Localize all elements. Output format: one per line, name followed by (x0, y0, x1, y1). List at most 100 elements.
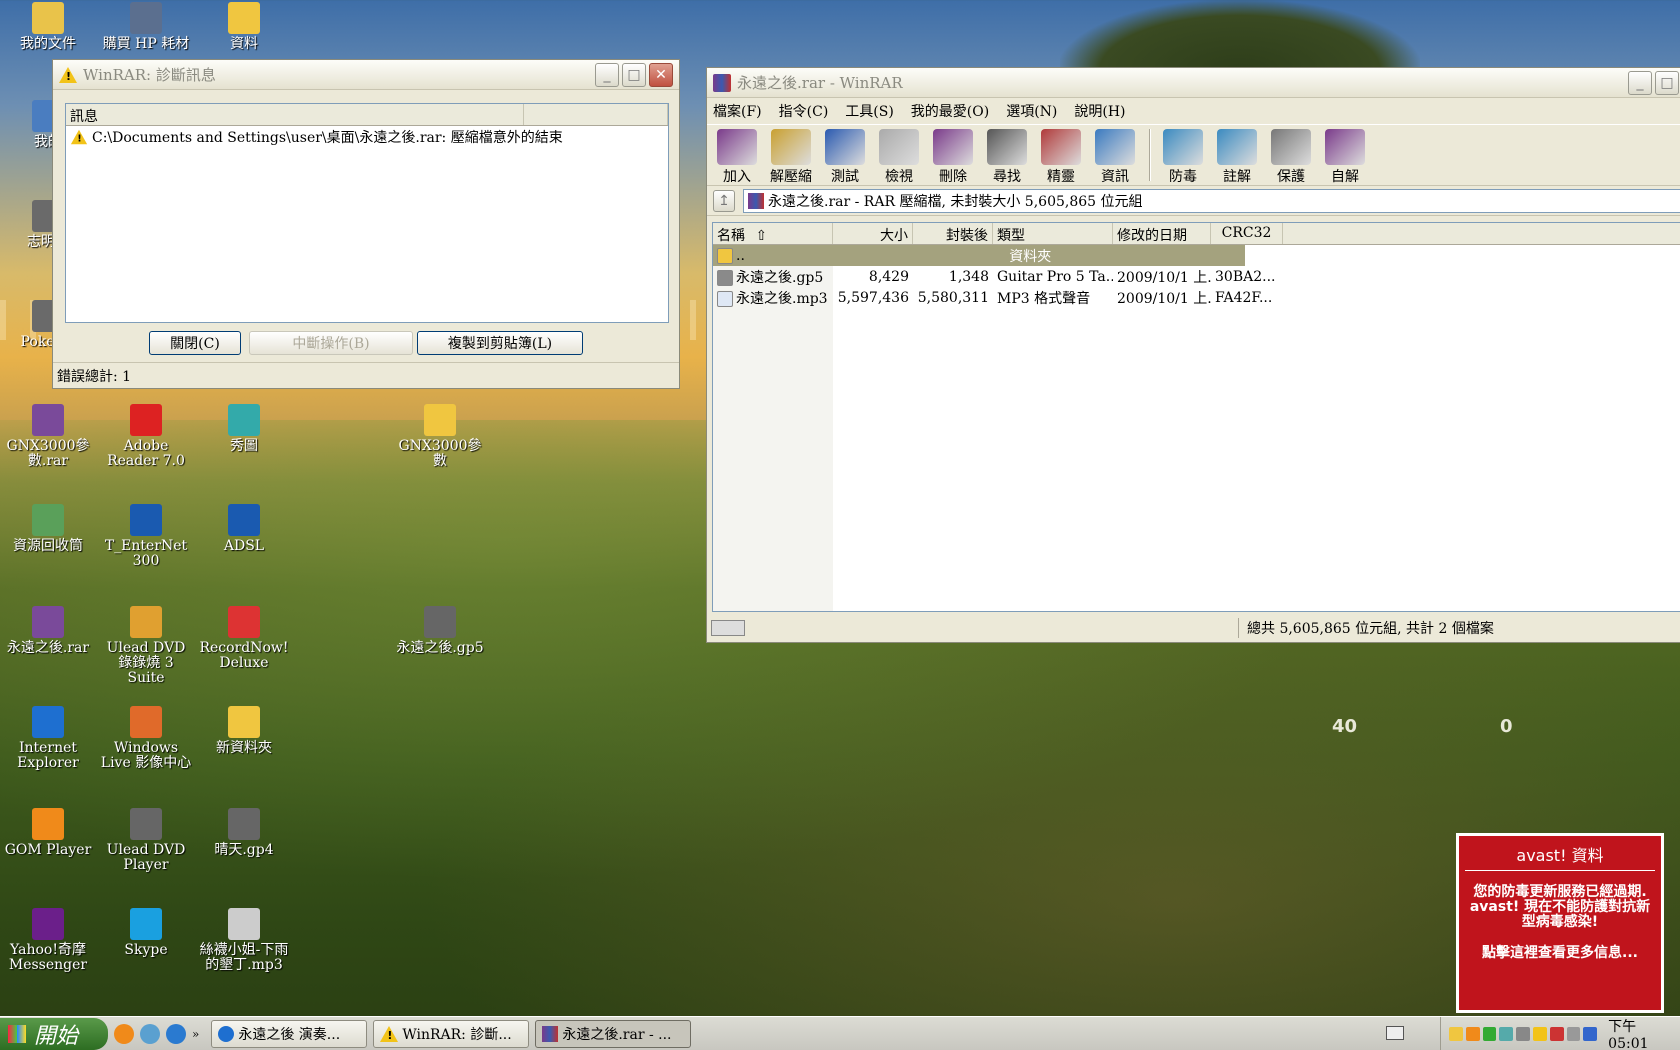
copy-to-clipboard-button[interactable]: 複製到剪貼簿(L) (417, 331, 583, 355)
keyboard-icon[interactable] (1386, 1026, 1404, 1040)
menu-bar: 檔案(F) 指令(C) 工具(S) 我的最愛(O) 選項(N) 說明(H) (707, 98, 1680, 124)
folder-tray-icon[interactable] (1449, 1027, 1463, 1041)
media-player-icon[interactable] (166, 1023, 186, 1044)
desktop-icon[interactable]: RecordNow! Deluxe (196, 606, 292, 671)
messenger-tray-icon[interactable] (1465, 1027, 1480, 1041)
col-size[interactable]: 大小 (833, 223, 913, 244)
parent-folder-row[interactable]: .. 資料夾 (713, 245, 1245, 266)
avast-link[interactable]: 點擊這裡查看更多信息... (1469, 946, 1651, 961)
network-tray-icon[interactable] (1482, 1027, 1497, 1041)
chevron-icon[interactable]: » (192, 1027, 199, 1041)
warning-tray-icon[interactable] (1532, 1027, 1547, 1041)
toolbar-delete-button[interactable]: 刪除 (927, 127, 979, 185)
avast-popup[interactable]: avast! 資料 您的防毒更新服務已經過期. avast! 現在不能防護對抗新… (1456, 833, 1664, 1013)
close-button[interactable]: 關閉(C) (149, 331, 241, 355)
task-ie[interactable]: 永遠之後 演奏... (211, 1019, 368, 1048)
toolbar-add-button[interactable]: 加入 (711, 127, 763, 185)
volume-icon[interactable] (1566, 1027, 1581, 1041)
desktop-icon[interactable]: Windows Live 影像中心 (98, 706, 194, 771)
file-row[interactable]: 永遠之後.mp3 5,597,436 5,580,311 MP3 格式聲音 2009/1… (713, 287, 1680, 308)
toolbar-virusscan-button[interactable]: 防毒 (1157, 127, 1209, 185)
toolbar-view-button[interactable]: 檢視 (873, 127, 925, 185)
col-date[interactable]: 修改的日期 (1113, 223, 1211, 244)
desktop-icon-image (228, 706, 260, 738)
desktop-icon[interactable]: GNX3000參數 (392, 404, 488, 469)
desktop-icon[interactable]: 絲襪小姐-下雨的墾丁.mp3 (196, 908, 292, 973)
col-type[interactable]: 類型 (993, 223, 1113, 244)
col-crc[interactable]: CRC32 (1211, 223, 1283, 244)
avast-tray-icon[interactable] (1549, 1027, 1564, 1041)
desktop-icon[interactable]: 永遠之後.gp5 (392, 606, 488, 656)
toolbar-label: 防毒 (1169, 169, 1197, 185)
menu-commands[interactable]: 指令(C) (779, 101, 829, 121)
desktop-icon[interactable]: Skype (98, 908, 194, 958)
abort-button[interactable]: 中斷操作(B) (249, 331, 413, 355)
toolbar-label: 保護 (1277, 169, 1305, 185)
menu-options[interactable]: 選項(N) (1006, 101, 1057, 121)
desktop-icon[interactable]: 晴天.gp4 (196, 808, 292, 858)
desktop-icon[interactable]: 資料 (196, 2, 292, 52)
toolbar-find-button[interactable]: 尋找 (981, 127, 1033, 185)
toolbar-test-button[interactable]: 測試 (819, 127, 871, 185)
address-field[interactable]: 永遠之後.rar - RAR 壓縮檔, 未封裝大小 5,605,865 位元組 (743, 188, 1680, 213)
toolbar-sfx-button[interactable]: 自解 (1319, 127, 1371, 185)
col-message[interactable]: 訊息 (66, 104, 524, 125)
desktop-icon-image (228, 504, 260, 536)
network-icon[interactable] (140, 1023, 160, 1044)
add-icon (717, 129, 757, 165)
file-row[interactable]: 永遠之後.gp5 8,429 1,348 Guitar Pro 5 Ta... 2009… (713, 266, 1680, 287)
desktop-icon[interactable]: ADSL (196, 504, 292, 554)
menu-help[interactable]: 說明(H) (1074, 101, 1125, 121)
desktop-icon[interactable]: GOM Player (0, 808, 96, 858)
security-tray-icon[interactable] (1583, 1027, 1598, 1041)
menu-favorites[interactable]: 我的最愛(O) (911, 101, 989, 121)
gom-icon[interactable] (114, 1023, 134, 1044)
connection-tray-icon[interactable] (1499, 1027, 1514, 1041)
task-winrar-diag[interactable]: ! WinRAR: 診斷... (373, 1019, 530, 1048)
comment-icon (1217, 129, 1257, 165)
desktop-icon[interactable]: 新資料夾 (196, 706, 292, 756)
up-folder-button[interactable]: ↥ (713, 189, 735, 212)
task-winrar[interactable]: 永遠之後.rar - ... (535, 1019, 692, 1048)
toolbar-protect-button[interactable]: 保護 (1265, 127, 1317, 185)
maximize-button[interactable]: □ (1655, 70, 1679, 95)
winrar-titlebar[interactable]: 永遠之後.rar - WinRAR _ □ (707, 68, 1680, 98)
desktop-icon[interactable]: Adobe Reader 7.0 (98, 404, 194, 469)
diag-titlebar[interactable]: ! WinRAR: 診斷訊息 _ □ ✕ (53, 60, 679, 90)
desktop-icon[interactable]: 秀圖 (196, 404, 292, 454)
desktop-icon-label: 永遠之後.gp5 (396, 640, 484, 656)
toolbar-info-button[interactable]: 資訊 (1089, 127, 1141, 185)
col-packed[interactable]: 封裝後 (913, 223, 993, 244)
menu-tools[interactable]: 工具(S) (845, 101, 894, 121)
toolbar-extract-button[interactable]: 解壓縮到 (765, 127, 817, 205)
desktop-icon[interactable]: Internet Explorer (0, 706, 96, 771)
desktop-icon[interactable]: 我的文件 (0, 2, 96, 52)
start-button[interactable]: 開始 (0, 1017, 108, 1050)
desktop-icon[interactable]: T_EnterNet 300 (98, 504, 194, 569)
desktop-icon-label: GNX3000參數 (398, 438, 482, 469)
desktop-icon[interactable]: 資源回收筒 (0, 504, 96, 554)
toolbar-wizard-button[interactable]: 精靈 (1035, 127, 1087, 185)
minimize-button[interactable]: _ (1628, 70, 1652, 95)
menu-file[interactable]: 檔案(F) (713, 101, 762, 121)
message-row[interactable]: ! C:\Documents and Settings\user\桌面\永遠之後… (66, 126, 668, 147)
toolbar-comment-button[interactable]: 註解 (1211, 127, 1263, 185)
desktop-icon-image (228, 808, 260, 840)
winrar-app-icon (713, 73, 731, 92)
desktop-icon[interactable]: Yahoo!奇摩 Messenger (0, 908, 96, 973)
maximize-button[interactable]: □ (622, 62, 646, 87)
desktop-icon[interactable]: 永遠之後.rar (0, 606, 96, 656)
system-tray: 下午 05:01 (1440, 1017, 1680, 1050)
close-icon[interactable]: ✕ (649, 62, 673, 87)
minimize-button[interactable]: _ (595, 62, 619, 87)
desktop-icon[interactable]: 購買 HP 耗材 (98, 2, 194, 52)
desktop-icon[interactable]: Ulead DVD Player (98, 808, 194, 873)
desktop-icon-image (32, 404, 64, 436)
usb-tray-icon[interactable] (1516, 1027, 1530, 1041)
clock[interactable]: 下午 05:01 (1608, 1016, 1680, 1050)
desktop-icon-image (130, 2, 162, 34)
col-name[interactable]: 名稱 ⇧ (713, 223, 833, 244)
desktop-icon[interactable]: GNX3000參數.rar (0, 404, 96, 469)
cell-size: 5,597,436 (837, 289, 909, 306)
desktop-icon[interactable]: Ulead DVD 錄錄燒 3 Suite (98, 606, 194, 686)
